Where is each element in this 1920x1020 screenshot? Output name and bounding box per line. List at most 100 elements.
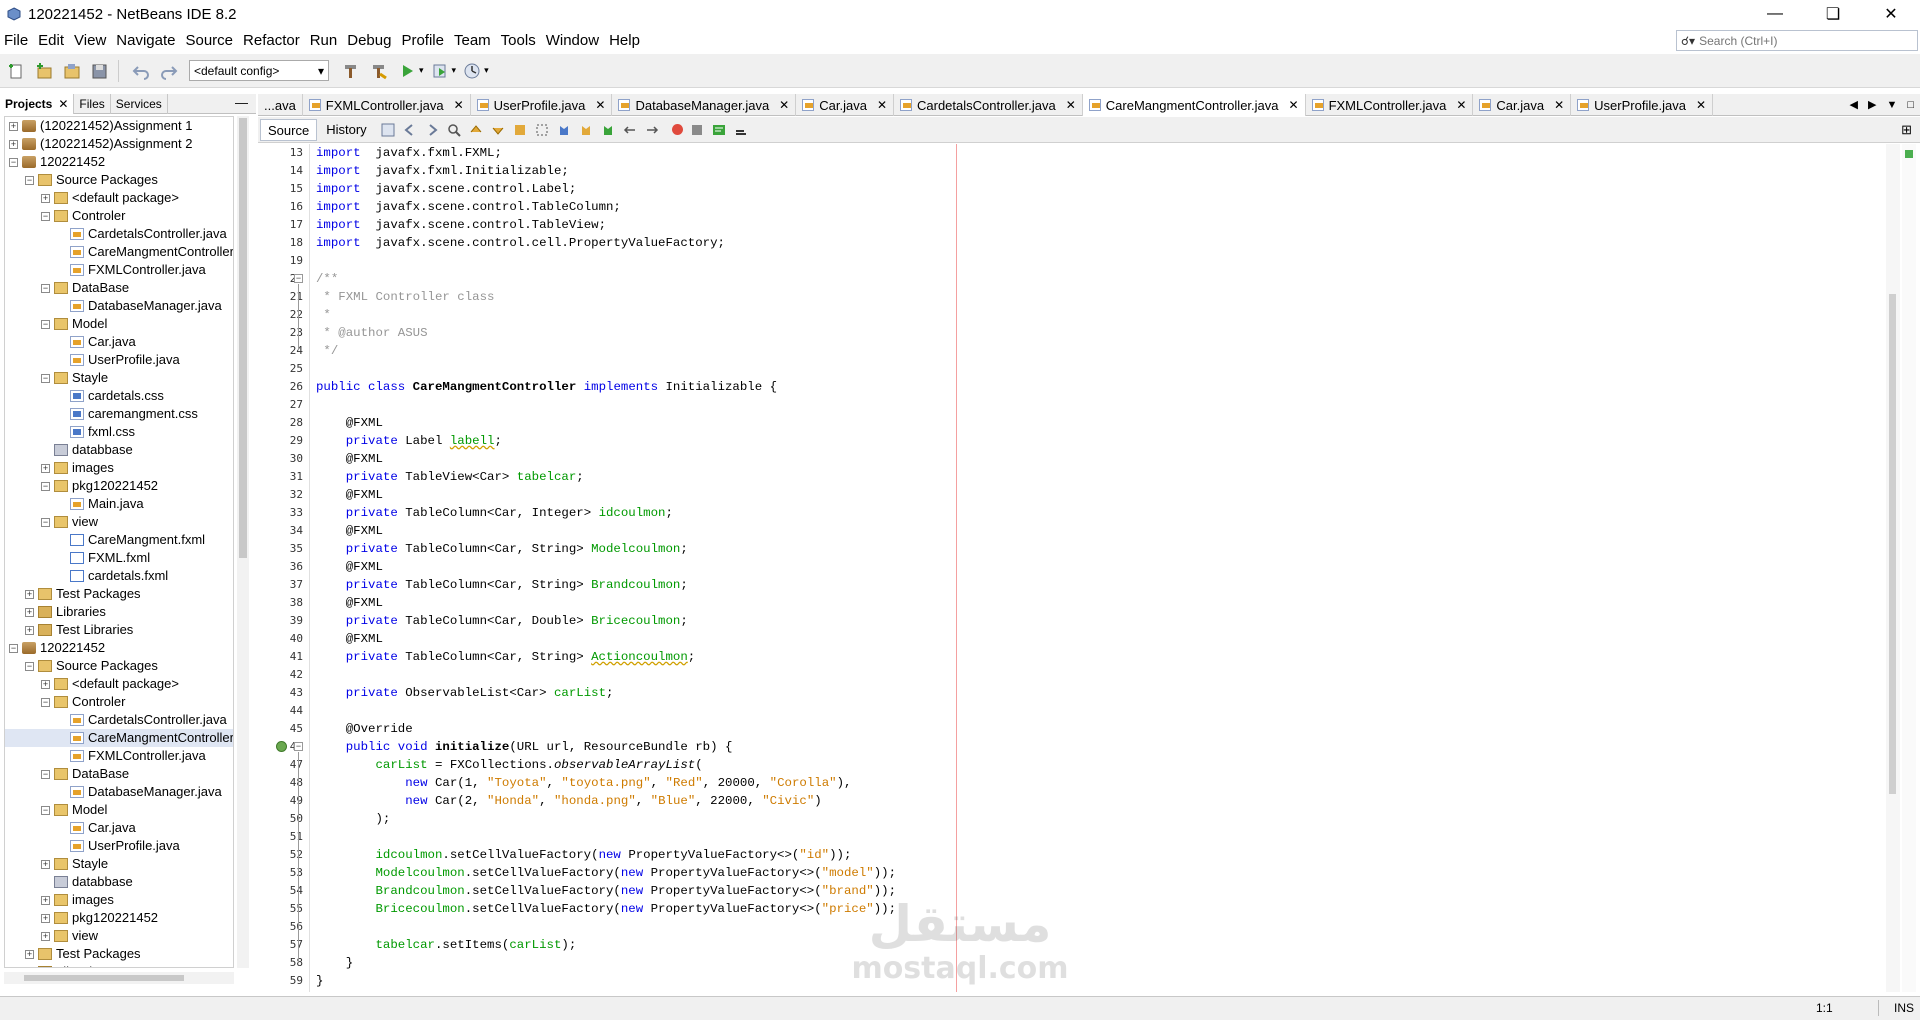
tree-node[interactable]: − Model: [5, 801, 233, 819]
comment-icon[interactable]: [711, 122, 727, 138]
collapse-icon[interactable]: −: [9, 157, 18, 167]
expand-icon[interactable]: +: [41, 931, 50, 941]
collapse-icon[interactable]: −: [25, 661, 34, 671]
expand-icon[interactable]: +: [9, 121, 18, 131]
editor-tab[interactable]: ...ava: [258, 94, 303, 116]
close-tab-icon[interactable]: ✕: [454, 95, 464, 116]
find-next-icon[interactable]: [490, 122, 506, 138]
close-icon[interactable]: ✕: [58, 97, 68, 111]
run-project-icon[interactable]: [395, 59, 419, 83]
tree-node[interactable]: DatabaseManager.java: [5, 297, 233, 315]
scrollbar-thumb[interactable]: [1889, 294, 1896, 794]
tree-node[interactable]: Main.java: [5, 495, 233, 513]
tree-node[interactable]: − 120221452: [5, 639, 233, 657]
back-icon[interactable]: [402, 122, 418, 138]
stop-macro-icon[interactable]: [689, 122, 705, 138]
expand-icon[interactable]: +: [41, 193, 50, 203]
last-edit-icon[interactable]: [380, 122, 396, 138]
forward-icon[interactable]: [424, 122, 440, 138]
tree-vertical-scrollbar[interactable]: [237, 116, 249, 968]
uncomment-icon[interactable]: [733, 122, 749, 138]
expand-icon[interactable]: +: [25, 968, 34, 969]
menu-tools[interactable]: Tools: [496, 28, 541, 54]
close-icon[interactable]: ✕: [1862, 0, 1920, 28]
tree-node[interactable]: − Source Packages: [5, 171, 233, 189]
minimize-panel-icon[interactable]: —: [227, 94, 256, 113]
close-tab-icon[interactable]: ✕: [1456, 95, 1466, 116]
editor-tab[interactable]: DatabaseManager.java ✕: [612, 94, 797, 116]
config-dropdown[interactable]: <default config> ▾: [189, 60, 329, 81]
override-annotation-icon[interactable]: [276, 741, 287, 752]
collapse-icon[interactable]: −: [25, 175, 34, 185]
editor-tab[interactable]: FXMLController.java ✕: [303, 94, 471, 116]
code-editor[interactable]: import javafx.fxml.FXML; import javafx.fx…: [316, 144, 1886, 992]
menu-team[interactable]: Team: [449, 28, 496, 54]
tree-node[interactable]: − pkg120221452: [5, 477, 233, 495]
tree-node[interactable]: fxml.css: [5, 423, 233, 441]
tree-node[interactable]: − Controler: [5, 207, 233, 225]
tree-node[interactable]: − view: [5, 513, 233, 531]
menu-file[interactable]: File: [0, 28, 33, 54]
collapse-icon[interactable]: −: [9, 643, 18, 653]
tree-node[interactable]: − Model: [5, 315, 233, 333]
scrollbar-thumb[interactable]: [24, 975, 184, 981]
menu-window[interactable]: Window: [541, 28, 604, 54]
find-previous-icon[interactable]: [468, 122, 484, 138]
minimize-icon[interactable]: —: [1746, 0, 1804, 28]
tree-node[interactable]: UserProfile.java: [5, 837, 233, 855]
tree-node[interactable]: cardetals.css: [5, 387, 233, 405]
close-tab-icon[interactable]: ✕: [877, 95, 887, 116]
tree-node[interactable]: databbase: [5, 873, 233, 891]
redo-icon[interactable]: [157, 59, 181, 83]
tree-node[interactable]: + pkg120221452: [5, 909, 233, 927]
menu-run[interactable]: Run: [305, 28, 343, 54]
restore-icon[interactable]: ❏: [1804, 0, 1862, 28]
collapse-icon[interactable]: −: [41, 805, 50, 815]
tree-horizontal-scrollbar[interactable]: [4, 972, 234, 984]
tree-node[interactable]: CardetalsController.java: [5, 225, 233, 243]
show-opened-documents-icon[interactable]: ▼: [1886, 99, 1897, 111]
tree-node[interactable]: cardetals.fxml: [5, 567, 233, 585]
collapse-icon[interactable]: −: [41, 481, 50, 491]
open-project-icon[interactable]: [60, 59, 84, 83]
scroll-left-icon[interactable]: ◀: [1850, 98, 1858, 111]
tree-node[interactable]: UserProfile.java: [5, 351, 233, 369]
tree-node[interactable]: + images: [5, 891, 233, 909]
tree-node[interactable]: CardetalsController.java: [5, 711, 233, 729]
tree-node[interactable]: + Test Libraries: [5, 621, 233, 639]
tree-node[interactable]: CareMangment.fxml: [5, 531, 233, 549]
build-hammer-icon[interactable]: [339, 59, 363, 83]
menu-debug[interactable]: Debug: [342, 28, 396, 54]
shift-right-icon[interactable]: [644, 122, 660, 138]
menu-help[interactable]: Help: [604, 28, 645, 54]
scrollbar-thumb[interactable]: [239, 118, 247, 558]
tree-node[interactable]: FXML.fxml: [5, 549, 233, 567]
expand-icon[interactable]: +: [41, 679, 50, 689]
collapse-icon[interactable]: −: [41, 517, 50, 527]
collapse-icon[interactable]: −: [41, 211, 50, 221]
tree-node[interactable]: + <default package>: [5, 189, 233, 207]
next-bookmark-icon[interactable]: [578, 122, 594, 138]
menu-view[interactable]: View: [69, 28, 111, 54]
run-dropdown-icon[interactable]: ▾: [419, 65, 424, 76]
close-tab-icon[interactable]: ✕: [1554, 95, 1564, 116]
tree-node[interactable]: − Controler: [5, 693, 233, 711]
source-view-button[interactable]: Source: [260, 118, 318, 141]
tree-node[interactable]: − 120221452: [5, 153, 233, 171]
tree-node[interactable]: FXMLController.java: [5, 747, 233, 765]
fold-icon[interactable]: −: [294, 742, 303, 751]
tree-node[interactable]: + Test Packages: [5, 945, 233, 963]
split-editor-icon[interactable]: ⊞: [1901, 122, 1912, 138]
tree-node[interactable]: + (120221452)Assignment 2: [5, 135, 233, 153]
toggle-rect-selection-icon[interactable]: [534, 122, 550, 138]
debug-project-icon[interactable]: [428, 59, 452, 83]
maximize-window-icon[interactable]: □: [1907, 99, 1914, 111]
tree-node[interactable]: caremangment.css: [5, 405, 233, 423]
collapse-icon[interactable]: −: [41, 769, 50, 779]
tab-services[interactable]: Services: [111, 94, 168, 114]
collapse-icon[interactable]: −: [41, 373, 50, 383]
expand-icon[interactable]: +: [41, 913, 50, 923]
start-macro-icon[interactable]: [671, 124, 683, 135]
close-tab-icon[interactable]: ✕: [779, 95, 789, 116]
search-input[interactable]: [1699, 33, 1900, 48]
